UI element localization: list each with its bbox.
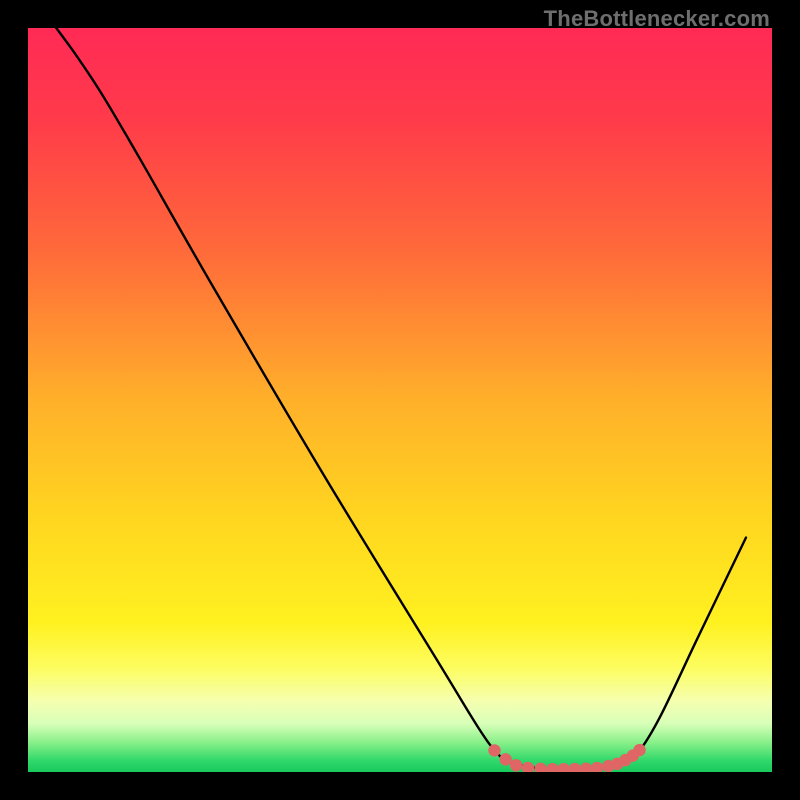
marker-dot: [499, 753, 511, 765]
chart-background: [28, 28, 772, 772]
marker-dot: [633, 744, 645, 756]
chart-svg: [28, 28, 772, 772]
marker-dot: [510, 759, 522, 771]
chart-area: [28, 28, 772, 772]
marker-dot: [488, 744, 500, 756]
watermark-text: TheBottlenecker.com: [544, 6, 770, 32]
